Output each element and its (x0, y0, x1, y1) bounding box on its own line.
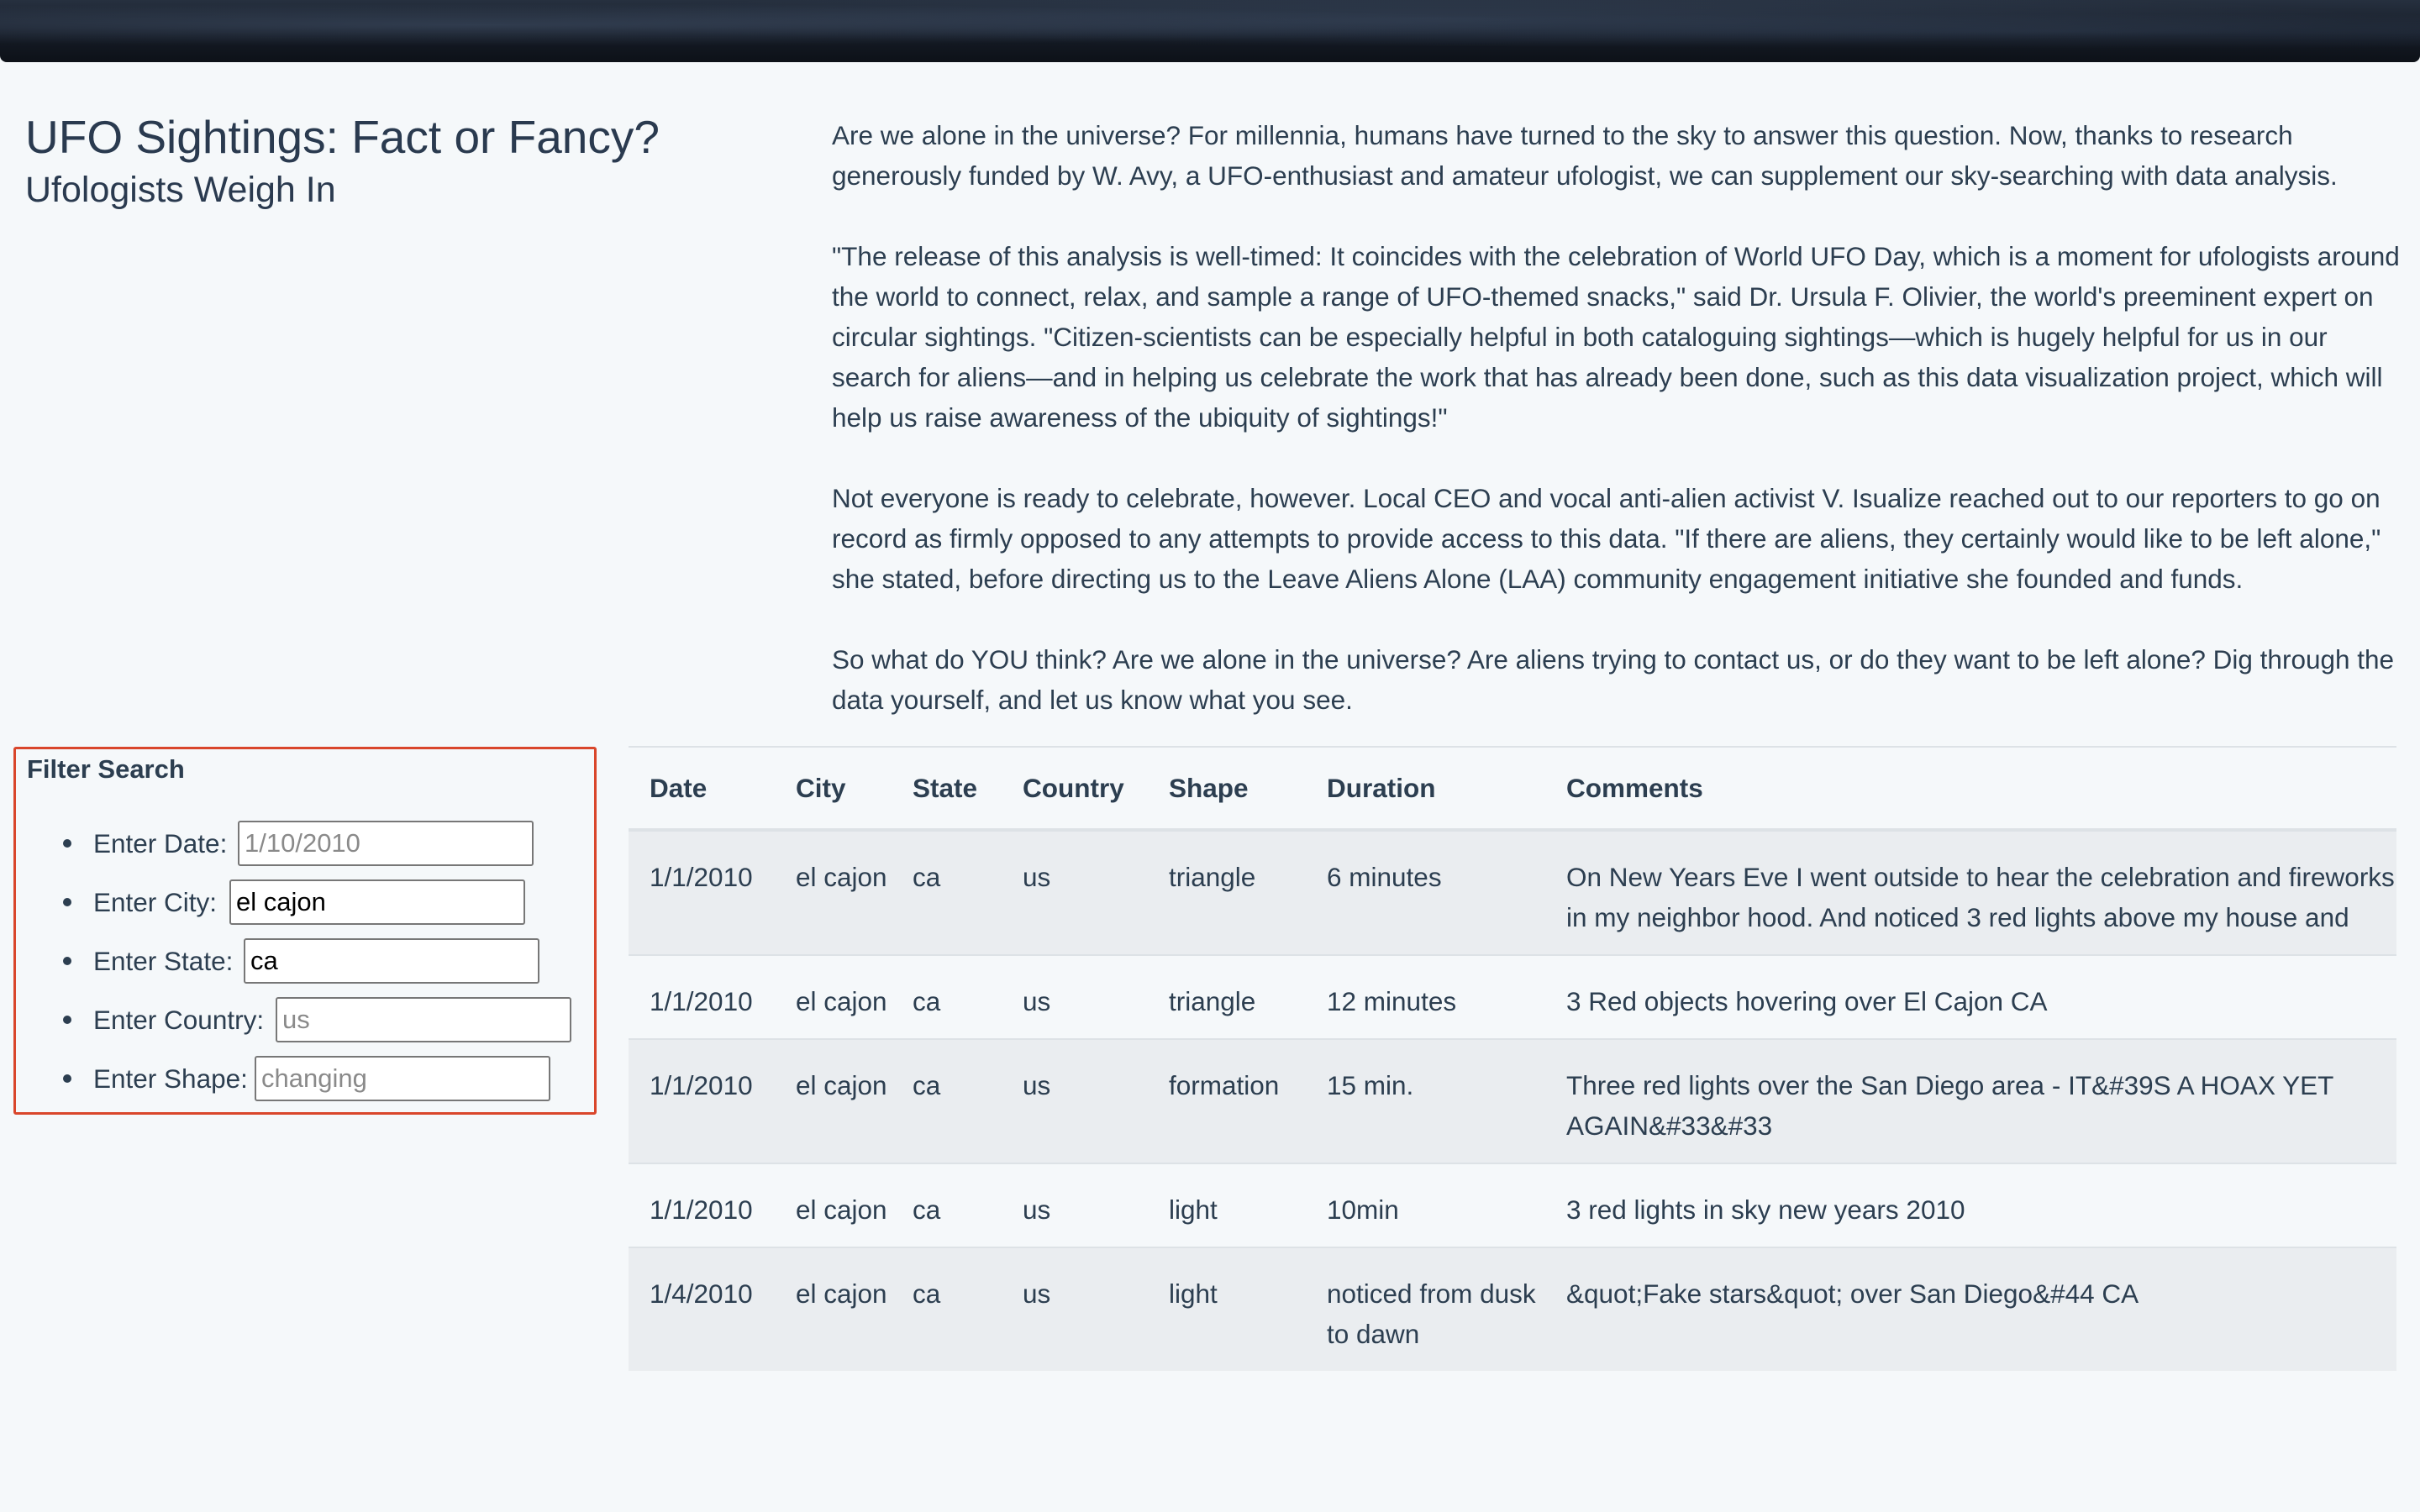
cell-city: el cajon (775, 829, 892, 955)
date-input[interactable] (238, 821, 534, 866)
cell-date: 1/1/2010 (629, 954, 775, 1039)
cell-city: el cajon (775, 1038, 892, 1163)
cell-city: el cajon (775, 1247, 892, 1371)
bullet-icon (63, 898, 71, 906)
filter-item-state: Enter State: (16, 932, 594, 990)
cell-state: ca (892, 1038, 1002, 1163)
cell-shape: formation (1148, 1038, 1306, 1163)
cell-comments: Three red lights over the San Diego area… (1545, 1038, 2396, 1163)
column-header-date: Date (629, 746, 775, 832)
country-label: Enter Country: (93, 1004, 265, 1035)
table-row: 1/1/2010 el cajon ca us light 10min 3 re… (629, 1163, 2396, 1247)
cell-duration: 10min (1306, 1163, 1545, 1247)
article-paragraph: Are we alone in the universe? For millen… (832, 120, 2338, 191)
cell-country: us (1002, 829, 1148, 955)
cell-shape: triangle (1148, 954, 1306, 1039)
cell-shape: light (1148, 1163, 1306, 1247)
page-subtitle: Ufologists Weigh In (25, 170, 336, 211)
filter-item-city: Enter City: (16, 873, 594, 932)
cell-date: 1/4/2010 (629, 1247, 775, 1371)
cell-date: 1/1/2010 (629, 1038, 775, 1163)
cell-state: ca (892, 1163, 1002, 1247)
cell-shape: light (1148, 1247, 1306, 1371)
shape-label: Enter Shape: (93, 1063, 248, 1094)
sightings-table-container: Date City State Country Shape Duration C… (629, 746, 2396, 1371)
cell-country: us (1002, 1163, 1148, 1247)
article-paragraph: So what do YOU think? Are we alone in th… (832, 644, 2395, 715)
filter-item-date: Enter Date: (16, 814, 594, 873)
filter-item-shape: Enter Shape: (16, 1049, 594, 1108)
article-body: Are we alone in the universe? For millen… (832, 115, 2403, 720)
cell-country: us (1002, 1038, 1148, 1163)
bullet-icon (63, 1074, 71, 1083)
cell-comments: 3 red lights in sky new years 2010 (1545, 1163, 2396, 1247)
country-input[interactable] (276, 997, 571, 1042)
cell-duration: 12 minutes (1306, 954, 1545, 1039)
cell-state: ca (892, 1247, 1002, 1371)
cell-comments: &quot;Fake stars&quot; over San Diego&#4… (1545, 1247, 2396, 1371)
column-header-country: Country (1002, 746, 1148, 832)
cell-duration: 15 min. (1306, 1038, 1545, 1163)
table-row: 1/1/2010 el cajon ca us triangle 12 minu… (629, 954, 2396, 1039)
column-header-city: City (775, 746, 892, 832)
bullet-icon (63, 839, 71, 848)
filter-search-title: Filter Search (27, 754, 185, 784)
bullet-icon (63, 957, 71, 965)
cell-city: el cajon (775, 1163, 892, 1247)
cell-city: el cajon (775, 954, 892, 1039)
cell-comments: On New Years Eve I went outside to hear … (1545, 829, 2396, 955)
page-title: UFO Sightings: Fact or Fancy? (25, 111, 660, 163)
page-header: UFO Sightings: Fact or Fancy? Ufologists… (25, 111, 781, 213)
table-row: 1/1/2010 el cajon ca us triangle 6 minut… (629, 829, 2396, 955)
column-header-duration: Duration (1306, 746, 1545, 832)
date-label: Enter Date: (93, 827, 228, 858)
table-row: 1/1/2010 el cajon ca us formation 15 min… (629, 1038, 2396, 1163)
filter-item-country: Enter Country: (16, 990, 594, 1049)
column-header-shape: Shape (1148, 746, 1306, 832)
sightings-table: Date City State Country Shape Duration C… (629, 746, 2396, 1371)
state-label: Enter State: (93, 945, 234, 976)
bullet-icon (63, 1016, 71, 1024)
hero-banner (0, 0, 2420, 62)
city-input[interactable] (229, 879, 525, 925)
cell-state: ca (892, 954, 1002, 1039)
article-paragraph: Not everyone is ready to celebrate, howe… (832, 483, 2381, 594)
cell-duration: 6 minutes (1306, 829, 1545, 955)
state-input[interactable] (244, 938, 539, 984)
shape-input[interactable] (255, 1056, 550, 1101)
filter-search-panel: Filter Search Enter Date: Enter City: En… (13, 747, 597, 1115)
column-header-comments: Comments (1545, 746, 2396, 832)
article-paragraph: "The release of this analysis is well-ti… (832, 241, 2400, 433)
cell-state: ca (892, 829, 1002, 955)
table-row: 1/4/2010 el cajon ca us light noticed fr… (629, 1247, 2396, 1371)
cell-comments: 3 Red objects hovering over El Cajon CA (1545, 954, 2396, 1039)
cell-shape: triangle (1148, 829, 1306, 955)
city-label: Enter City: (93, 886, 218, 917)
cell-date: 1/1/2010 (629, 829, 775, 955)
cell-duration: noticed from dusk to dawn (1306, 1247, 1545, 1371)
table-header-row: Date City State Country Shape Duration C… (629, 746, 2396, 832)
column-header-state: State (892, 746, 1002, 832)
cell-country: us (1002, 1247, 1148, 1371)
cell-country: us (1002, 954, 1148, 1039)
cell-date: 1/1/2010 (629, 1163, 775, 1247)
filter-field-list: Enter Date: Enter City: Enter State: Ent… (16, 814, 594, 1108)
